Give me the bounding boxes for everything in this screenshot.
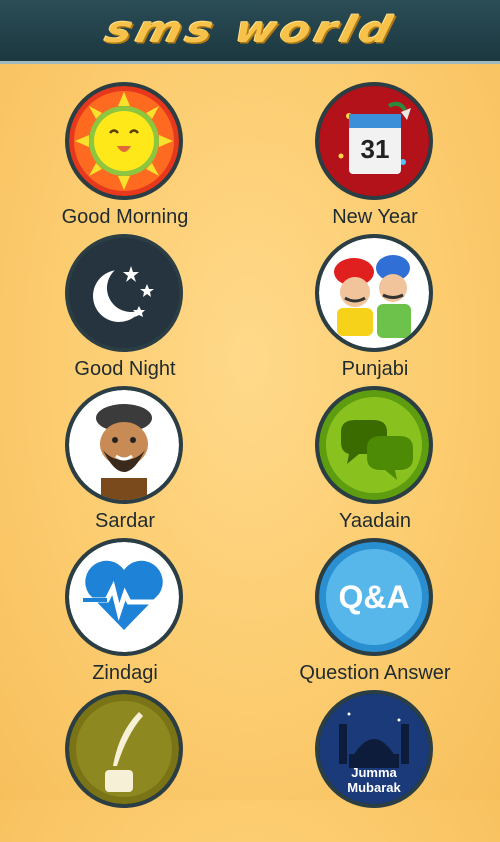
category-sardar[interactable]: Sardar bbox=[0, 386, 250, 538]
category-label: Zindagi bbox=[92, 662, 158, 684]
category-label: Punjabi bbox=[341, 358, 409, 380]
sardar-face-icon bbox=[65, 386, 183, 504]
category-label: Question Answer bbox=[299, 662, 451, 684]
chat-bubbles-icon bbox=[315, 386, 433, 504]
app-logo: sms world bbox=[100, 9, 401, 51]
heartbeat-icon bbox=[65, 538, 183, 656]
punjabi-men-icon bbox=[315, 234, 433, 352]
svg-text:Q&A: Q&A bbox=[338, 579, 409, 615]
category-good-morning[interactable]: Good Morning bbox=[0, 82, 250, 234]
jumma-text: Jumma bbox=[351, 765, 397, 780]
category-yaadain[interactable]: Yaadain bbox=[250, 386, 500, 538]
qa-icon: Q&A bbox=[315, 538, 433, 656]
category-new-year[interactable]: 31 New Year bbox=[250, 82, 500, 234]
category-label: Sardar bbox=[94, 510, 156, 532]
category-punjabi[interactable]: Punjabi bbox=[250, 234, 500, 386]
calendar-icon: 31 bbox=[315, 82, 433, 200]
category-jumma-mubarak[interactable]: Jumma Mubarak bbox=[250, 690, 500, 842]
mubarak-text: Mubarak bbox=[347, 780, 401, 795]
category-label: New Year bbox=[332, 206, 418, 228]
moon-stars-icon bbox=[65, 234, 183, 352]
category-label: Yaadain bbox=[339, 510, 411, 532]
mosque-icon: Jumma Mubarak bbox=[315, 690, 433, 808]
category-good-night[interactable]: Good Night bbox=[0, 234, 250, 386]
quill-ink-icon bbox=[65, 690, 183, 808]
app-header: sms world bbox=[0, 0, 500, 64]
category-zindagi[interactable]: Zindagi bbox=[0, 538, 250, 690]
category-label: Good Morning bbox=[61, 206, 189, 228]
category-question-answer[interactable]: Q&A Question Answer bbox=[250, 538, 500, 690]
svg-text:31: 31 bbox=[361, 134, 390, 164]
sun-icon bbox=[65, 82, 183, 200]
category-label: Good Night bbox=[74, 358, 176, 380]
category-quill[interactable] bbox=[0, 690, 250, 842]
